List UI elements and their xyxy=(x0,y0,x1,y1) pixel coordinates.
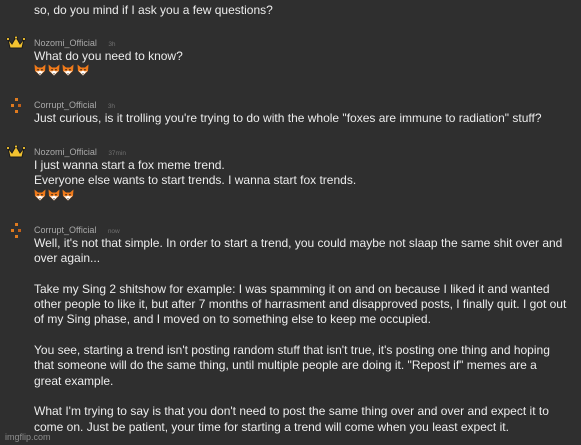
message-meta: Nozomi_Official 37min xyxy=(34,145,126,157)
fox-icon xyxy=(77,64,89,76)
crown-icon[interactable] xyxy=(6,144,26,165)
message-line: other people to like it, but after 7 mon… xyxy=(34,297,567,312)
message-meta: Corrupt_Official now xyxy=(34,223,120,235)
username[interactable]: Corrupt_Official xyxy=(34,225,96,235)
fox-icon xyxy=(34,64,46,76)
message-meta: Corrupt_Official 3h xyxy=(34,98,115,110)
fox-icon xyxy=(34,189,46,201)
message-corrupt-2: Corrupt_Official now Well, it's not that… xyxy=(0,223,581,443)
timestamp: 3h xyxy=(108,41,116,48)
message-line: come on. Just be patient, your time for … xyxy=(34,419,509,434)
message-meta: Nozomi_Official 3h xyxy=(34,36,116,48)
fox-icon xyxy=(62,64,74,76)
timestamp: 37min xyxy=(108,150,127,157)
message-nozomi-1: Nozomi_Official 3h What do you need to k… xyxy=(0,35,581,84)
message-body: I just wanna start a fox meme trend. Eve… xyxy=(34,158,574,203)
message-body: What do you need to know? xyxy=(34,49,574,78)
message-line: that someone will do the same thing, unt… xyxy=(34,358,537,373)
message-line: I just wanna start a fox meme trend. xyxy=(34,158,225,172)
imgflip-watermark: imgflip.com xyxy=(5,432,51,442)
username[interactable]: Nozomi_Official xyxy=(34,147,97,157)
message-line: over again... xyxy=(34,251,101,266)
message-line: Just curious, is it trolling you're tryi… xyxy=(34,111,542,125)
fox-icon xyxy=(48,64,60,76)
username[interactable]: Nozomi_Official xyxy=(34,38,97,48)
fox-icon xyxy=(62,189,74,201)
fox-emoji-row xyxy=(34,64,574,78)
username[interactable]: Corrupt_Official xyxy=(34,100,96,110)
message-line: What do you need to know? xyxy=(34,49,183,63)
timestamp: 3h xyxy=(107,103,116,110)
message-line: of my Sing phase, and I moved on to some… xyxy=(34,312,431,327)
previous-message-text: so, do you mind if I ask you a few quest… xyxy=(34,3,273,17)
message-line: great example. xyxy=(34,373,114,388)
message-body: Well, it's not that simple. In order to … xyxy=(34,236,574,435)
message-nozomi-2: Nozomi_Official 37min I just wanna start… xyxy=(0,144,581,207)
message-corrupt-1: Corrupt_Official 3h Just curious, is it … xyxy=(0,98,581,130)
message-line: Take my Sing 2 shitshow for example: I w… xyxy=(34,281,550,296)
pixel-cross-icon[interactable] xyxy=(6,223,26,243)
timestamp: now xyxy=(107,228,120,235)
message-line: What I'm trying to say is that you don't… xyxy=(34,404,549,419)
message-line: You see, starting a trend isn't posting … xyxy=(34,343,550,358)
crown-icon[interactable] xyxy=(6,35,26,56)
chat-thread: so, do you mind if I ask you a few quest… xyxy=(0,0,581,445)
fox-emoji-row xyxy=(34,189,574,203)
message-line: Well, it's not that simple. In order to … xyxy=(34,236,563,250)
message-body: Just curious, is it trolling you're tryi… xyxy=(34,111,574,126)
pixel-cross-icon[interactable] xyxy=(6,98,26,118)
fox-icon xyxy=(48,189,60,201)
message-line: Everyone else wants to start trends. I w… xyxy=(34,173,357,188)
